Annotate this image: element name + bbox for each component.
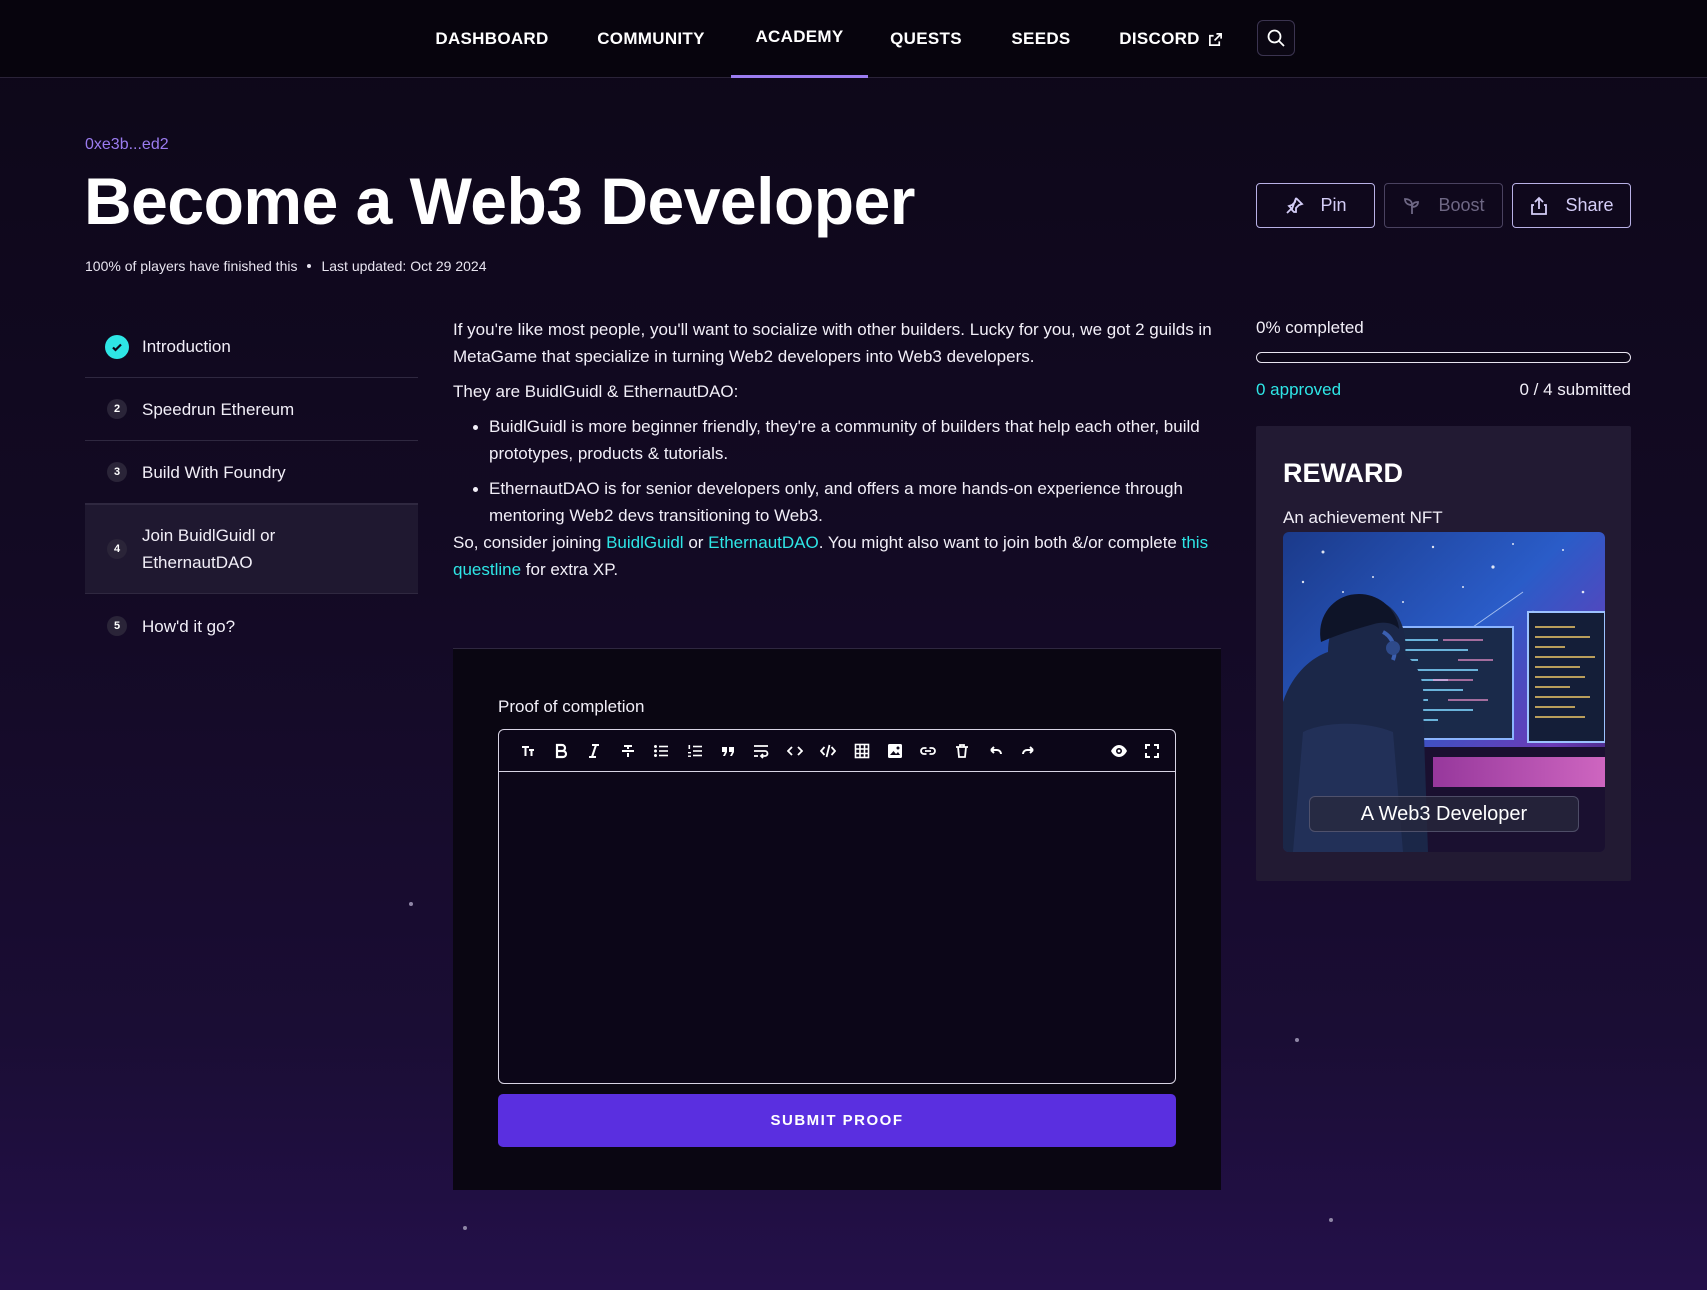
step-content: If you're like most people, you'll want … xyxy=(453,316,1221,591)
preview-eye-icon[interactable] xyxy=(1102,736,1135,766)
step-introduction[interactable]: Introduction xyxy=(85,316,418,378)
reward-title: REWARD xyxy=(1283,458,1403,488)
nav-discord-label: DISCORD xyxy=(1119,29,1200,48)
share-icon xyxy=(1531,196,1548,215)
code-icon[interactable] xyxy=(778,736,811,766)
italic-icon[interactable] xyxy=(578,736,611,766)
table-icon[interactable] xyxy=(845,736,878,766)
nav-discord[interactable]: DISCORD xyxy=(1116,0,1226,78)
boost-label: Boost xyxy=(1438,195,1485,215)
link-icon[interactable] xyxy=(912,736,945,766)
text-span: So, consider joining xyxy=(453,533,607,552)
editor-textarea[interactable] xyxy=(499,772,1175,1083)
bold-icon[interactable] xyxy=(544,736,577,766)
progress-bar xyxy=(1256,352,1631,363)
step-label: How'd it go? xyxy=(142,616,236,636)
step-label: Build With Foundry xyxy=(142,462,286,482)
proof-panel: Proof of completion SUBMIT PROOF xyxy=(453,649,1221,1190)
bullet-list-icon[interactable] xyxy=(645,736,678,766)
check-icon xyxy=(105,334,129,359)
step-number-badge: 2 xyxy=(107,399,127,419)
last-updated: Last updated: Oct 29 2024 xyxy=(321,258,487,274)
nft-image: A Web3 Developer xyxy=(1283,532,1605,852)
quote-icon[interactable] xyxy=(711,736,744,766)
author-address[interactable]: 0xe3b...ed2 xyxy=(85,136,169,154)
redo-icon[interactable] xyxy=(1012,736,1045,766)
strikethrough-icon[interactable] xyxy=(611,736,644,766)
step-speedrun-ethereum[interactable]: 2 Speedrun Ethereum xyxy=(85,378,418,441)
step-howd-it-go[interactable]: 5 How'd it go? xyxy=(85,594,418,658)
external-link-icon xyxy=(1208,32,1222,46)
list-item: EthernautDAO is for senior developers on… xyxy=(473,475,1221,529)
nav-quests[interactable]: QUESTS xyxy=(886,0,966,78)
search-button[interactable] xyxy=(1257,20,1295,56)
pin-label: Pin xyxy=(1320,195,1347,215)
text-span: for extra XP. xyxy=(521,560,619,579)
search-icon xyxy=(1267,29,1285,47)
step-build-with-foundry[interactable]: 3 Build With Foundry xyxy=(85,441,418,504)
nav-seeds-label: SEEDS xyxy=(1011,29,1071,48)
step-label: Join BuidlGuidl or EthernautDAO xyxy=(142,526,276,572)
background-star xyxy=(409,902,413,906)
toolbar-right-group xyxy=(1102,736,1169,766)
quest-steps: Introduction 2 Speedrun Ethereum 3 Build… xyxy=(85,316,418,658)
content-paragraph: If you're like most people, you'll want … xyxy=(453,320,1212,366)
share-button[interactable]: Share xyxy=(1512,183,1631,228)
nav-seeds[interactable]: SEEDS xyxy=(1004,0,1078,78)
step-label: Speedrun Ethereum xyxy=(142,399,295,419)
undo-icon[interactable] xyxy=(978,736,1011,766)
separator-dot xyxy=(307,264,312,268)
step-number-badge: 4 xyxy=(107,539,127,559)
code-block-icon[interactable] xyxy=(812,736,845,766)
content-paragraph: They are BuidlGuidl & EthernautDAO: xyxy=(453,382,739,401)
quest-meta: 100% of players have finished this Last … xyxy=(85,258,486,274)
boost-button[interactable]: Boost xyxy=(1384,183,1503,228)
step-label: Introduction xyxy=(142,337,231,356)
step-number-badge: 5 xyxy=(107,616,127,636)
approved-count[interactable]: 0 approved xyxy=(1256,380,1341,400)
pin-icon xyxy=(1286,196,1305,214)
pin-button[interactable]: Pin xyxy=(1256,183,1375,228)
list-item: BuidlGuidl is more beginner friendly, th… xyxy=(473,413,1221,467)
sprout-icon xyxy=(1404,197,1420,214)
step-join-guild[interactable]: 4 Join BuidlGuidl or EthernautDAO xyxy=(85,504,418,594)
top-navigation: DASHBOARD COMMUNITY ACADEMY QUESTS SEEDS… xyxy=(0,0,1707,78)
image-icon[interactable] xyxy=(878,736,911,766)
nav-community-label: COMMUNITY xyxy=(597,29,705,48)
reward-description: An achievement NFT xyxy=(1283,508,1443,527)
delete-icon[interactable] xyxy=(945,736,978,766)
share-label: Share xyxy=(1565,195,1614,215)
submitted-count: 0 / 4 submitted xyxy=(1519,380,1631,399)
wrap-icon[interactable] xyxy=(745,736,778,766)
nav-academy[interactable]: ACADEMY xyxy=(731,0,868,78)
progress-completed: 0% completed xyxy=(1256,318,1364,337)
background-star xyxy=(463,1226,467,1230)
nav-dashboard-label: DASHBOARD xyxy=(435,29,549,48)
buidlguidl-link[interactable]: BuidlGuidl xyxy=(606,533,684,552)
fullscreen-icon[interactable] xyxy=(1136,736,1169,766)
step-number-badge: 3 xyxy=(107,462,127,482)
nav-academy-label: ACADEMY xyxy=(755,27,844,46)
nav-community[interactable]: COMMUNITY xyxy=(590,0,712,78)
markdown-editor xyxy=(498,729,1176,1084)
text-span: or xyxy=(683,533,709,552)
ethernautdao-link[interactable]: EthernautDAO xyxy=(708,533,819,552)
content-paragraph: So, consider joining BuidlGuidl or Ether… xyxy=(453,529,1221,583)
background-star xyxy=(1329,1218,1333,1222)
page-title: Become a Web3 Developer xyxy=(84,164,915,238)
reward-card: REWARD An achievement NFT A Web3 Develop… xyxy=(1256,426,1631,881)
nft-caption: A Web3 Developer xyxy=(1309,796,1579,832)
proof-label: Proof of completion xyxy=(498,697,645,716)
heading-icon[interactable] xyxy=(511,736,544,766)
numbered-list-icon[interactable] xyxy=(678,736,711,766)
finished-stat: 100% of players have finished this xyxy=(85,258,298,274)
nav-dashboard[interactable]: DASHBOARD xyxy=(430,0,554,78)
background-star xyxy=(1295,1038,1299,1042)
editor-toolbar xyxy=(499,730,1175,772)
nav-quests-label: QUESTS xyxy=(890,29,962,48)
guild-list: BuidlGuidl is more beginner friendly, th… xyxy=(473,413,1221,529)
submit-proof-button[interactable]: SUBMIT PROOF xyxy=(498,1094,1176,1147)
text-span: . You might also want to join both &/or … xyxy=(818,533,1182,552)
